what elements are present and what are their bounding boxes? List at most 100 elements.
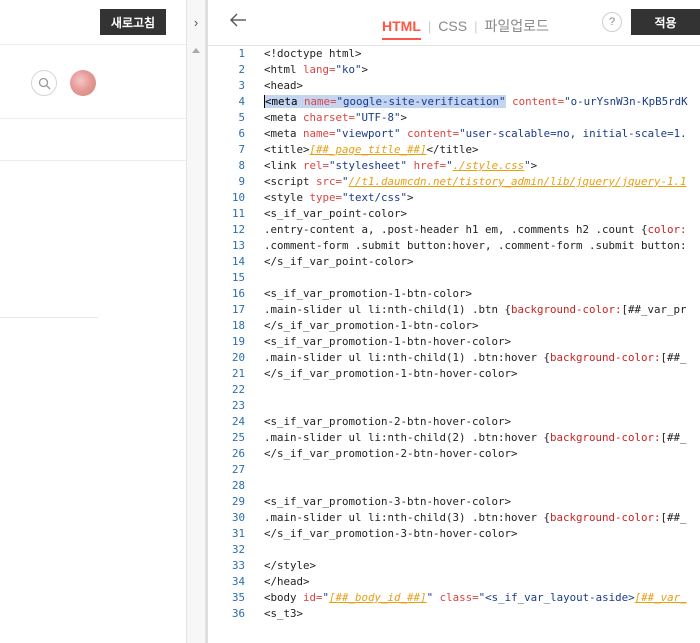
code-token: <script: [264, 175, 317, 188]
code-line[interactable]: 25 .main-slider ul li:nth-child(2) .btn:h…: [208, 430, 700, 446]
code-line[interactable]: 23: [208, 398, 700, 414]
code-line[interactable]: 21 </s_if_var_promotion-1-btn-hover-color…: [208, 366, 700, 382]
code-line[interactable]: 4 <meta name="google-site-verification" c…: [208, 94, 700, 110]
code-text: </s_if_var_promotion-3-btn-hover-color>: [264, 526, 518, 542]
code-text: </head>: [264, 574, 310, 590]
code-token: lang=: [303, 63, 336, 76]
code-line[interactable]: 35 <body id="[##_body_id_##]" class="<s_i…: [208, 590, 700, 606]
line-number: 8: [238, 159, 245, 172]
code-token: .entry-content a, .post-header h1 em, .c…: [264, 223, 648, 236]
line-number: 18: [231, 319, 245, 332]
code-token: charset=: [303, 111, 356, 124]
code-token: [##_var_pr: [621, 303, 687, 316]
tab-html[interactable]: HTML: [382, 18, 421, 40]
code-line[interactable]: 5 <meta charset="UTF-8">: [208, 110, 700, 126]
code-token: rel=: [303, 159, 330, 172]
code-token: "stylesheet": [329, 159, 408, 172]
code-token: background-color:: [550, 511, 661, 524]
code-line[interactable]: 28: [208, 478, 700, 494]
code-token: </title>: [426, 143, 479, 156]
code-editor[interactable]: 1 <!doctype html> 2 <html lang="ko"> 3 <head>…: [208, 46, 700, 643]
code-token: background-color:: [550, 351, 661, 364]
apply-button[interactable]: 적용: [631, 9, 700, 35]
code-line[interactable]: 6 <meta name="viewport" content="user-sca…: [208, 126, 700, 142]
code-token: "o-urYsnW3n-KpB5rdK: [564, 95, 688, 108]
tab-file-upload[interactable]: 파일업로드: [484, 16, 548, 36]
divider: [0, 160, 186, 161]
code-token: >: [400, 111, 408, 124]
code-text: .main-slider ul li:nth-child(3) .btn:hov…: [264, 510, 687, 526]
line-number: 9: [238, 175, 245, 188]
code-line[interactable]: 8 <link rel="stylesheet" href="./style.cs…: [208, 158, 700, 174]
avatar[interactable]: [70, 70, 96, 96]
help-button[interactable]: ?: [602, 12, 622, 32]
code-token: "google-site-verification": [336, 95, 506, 108]
code-line[interactable]: 14 </s_if_var_point-color>: [208, 254, 700, 270]
scroll-up-arrow[interactable]: [192, 48, 200, 53]
code-line[interactable]: 19 <s_if_var_promotion-1-btn-hover-color>: [208, 334, 700, 350]
code-text: <s_t3>: [264, 606, 303, 622]
code-line[interactable]: 29 <s_if_var_promotion-3-btn-hover-color>: [208, 494, 700, 510]
code-line[interactable]: 12 .entry-content a, .post-header h1 em, …: [208, 222, 700, 238]
back-arrow-icon[interactable]: [228, 10, 248, 30]
code-text: <link rel="stylesheet" href="./style.css…: [264, 158, 537, 174]
code-line[interactable]: 17 .main-slider ul li:nth-child(1) .btn {…: [208, 302, 700, 318]
code-line[interactable]: 3 <head>: [208, 78, 700, 94]
code-token: <html: [264, 63, 304, 76]
code-token: name=: [304, 95, 337, 108]
code-text: .main-slider ul li:nth-child(1) .btn:hov…: [264, 350, 687, 366]
code-text: <meta name="viewport" content="user-scal…: [264, 126, 687, 142]
code-line[interactable]: 11 <s_if_var_point-color>: [208, 206, 700, 222]
line-number: 29: [231, 495, 245, 508]
tab-css[interactable]: CSS: [438, 18, 467, 34]
code-token: .main-slider ul li:nth-child(1) .btn:hov…: [264, 351, 551, 364]
code-token: .main-slider ul li:nth-child(1) .btn {: [264, 303, 512, 316]
code-text: </s_if_var_promotion-1-btn-hover-color>: [264, 366, 518, 382]
code-line[interactable]: 9 <script src="//t1.daumcdn.net/tistory_a…: [208, 174, 700, 190]
code-line[interactable]: 22: [208, 382, 700, 398]
search-button[interactable]: [31, 70, 57, 96]
line-number: 28: [231, 479, 245, 492]
code-line[interactable]: 24 <s_if_var_promotion-2-btn-hover-color>: [208, 414, 700, 430]
code-line[interactable]: 16 <s_if_var_promotion-1-btn-color>: [208, 286, 700, 302]
code-line[interactable]: 18 </s_if_var_promotion-1-btn-color>: [208, 318, 700, 334]
code-line[interactable]: 7 <title>[##_page_title_##]</title>: [208, 142, 700, 158]
code-token: "text/css": [342, 191, 408, 204]
code-line[interactable]: 27: [208, 462, 700, 478]
code-line[interactable]: 36 <s_t3>: [208, 606, 700, 622]
line-number: 31: [231, 527, 245, 540]
code-line[interactable]: 30 .main-slider ul li:nth-child(3) .btn:h…: [208, 510, 700, 526]
line-number: 20: [231, 351, 245, 364]
code-token: </s_if_var_promotion-1-btn-color>: [264, 319, 479, 332]
code-token: .main-slider ul li:nth-child(2) .btn:hov…: [264, 431, 551, 444]
code-token: >: [361, 63, 369, 76]
code-token: <s_if_var_promotion-1-btn-hover-color>: [264, 335, 512, 348]
code-line[interactable]: 34 </head>: [208, 574, 700, 590]
code-line[interactable]: 31 </s_if_var_promotion-3-btn-hover-color…: [208, 526, 700, 542]
code-line[interactable]: 32: [208, 542, 700, 558]
line-number: 11: [231, 207, 245, 220]
code-line[interactable]: 15: [208, 270, 700, 286]
editor-header: HTML | CSS | 파일업로드 ? 적용: [208, 0, 700, 46]
code-token: </s_if_var_promotion-2-btn-hover-color>: [264, 447, 518, 460]
code-line[interactable]: 33 </style>: [208, 558, 700, 574]
code-text: <script src="//t1.daumcdn.net/tistory_ad…: [264, 174, 687, 190]
code-token: background-color:: [511, 303, 622, 316]
code-text: .entry-content a, .post-header h1 em, .c…: [264, 222, 687, 238]
code-line[interactable]: 26 </s_if_var_promotion-2-btn-hover-color…: [208, 446, 700, 462]
code-text: .comment-form .submit button:hover, .com…: [264, 238, 687, 254]
code-token: type=: [309, 191, 343, 204]
refresh-button[interactable]: 새로고침: [100, 9, 166, 35]
code-line[interactable]: 13 .comment-form .submit button:hover, .c…: [208, 238, 700, 254]
code-text: <title>[##_page_title_##]</title>: [264, 142, 479, 158]
code-line[interactable]: 10 <style type="text/css">: [208, 190, 700, 206]
code-line[interactable]: 2 <html lang="ko">: [208, 62, 700, 78]
line-number: 14: [231, 255, 245, 268]
code-line[interactable]: 20 .main-slider ul li:nth-child(1) .btn:h…: [208, 350, 700, 366]
code-line[interactable]: 1 <!doctype html>: [208, 46, 700, 62]
tab-separator: |: [474, 18, 478, 34]
chevron-right-icon[interactable]: ›: [187, 9, 205, 35]
panel-collapse-bar[interactable]: ›: [186, 0, 206, 643]
code-token: "viewport": [335, 127, 401, 140]
line-number: 23: [231, 399, 245, 412]
